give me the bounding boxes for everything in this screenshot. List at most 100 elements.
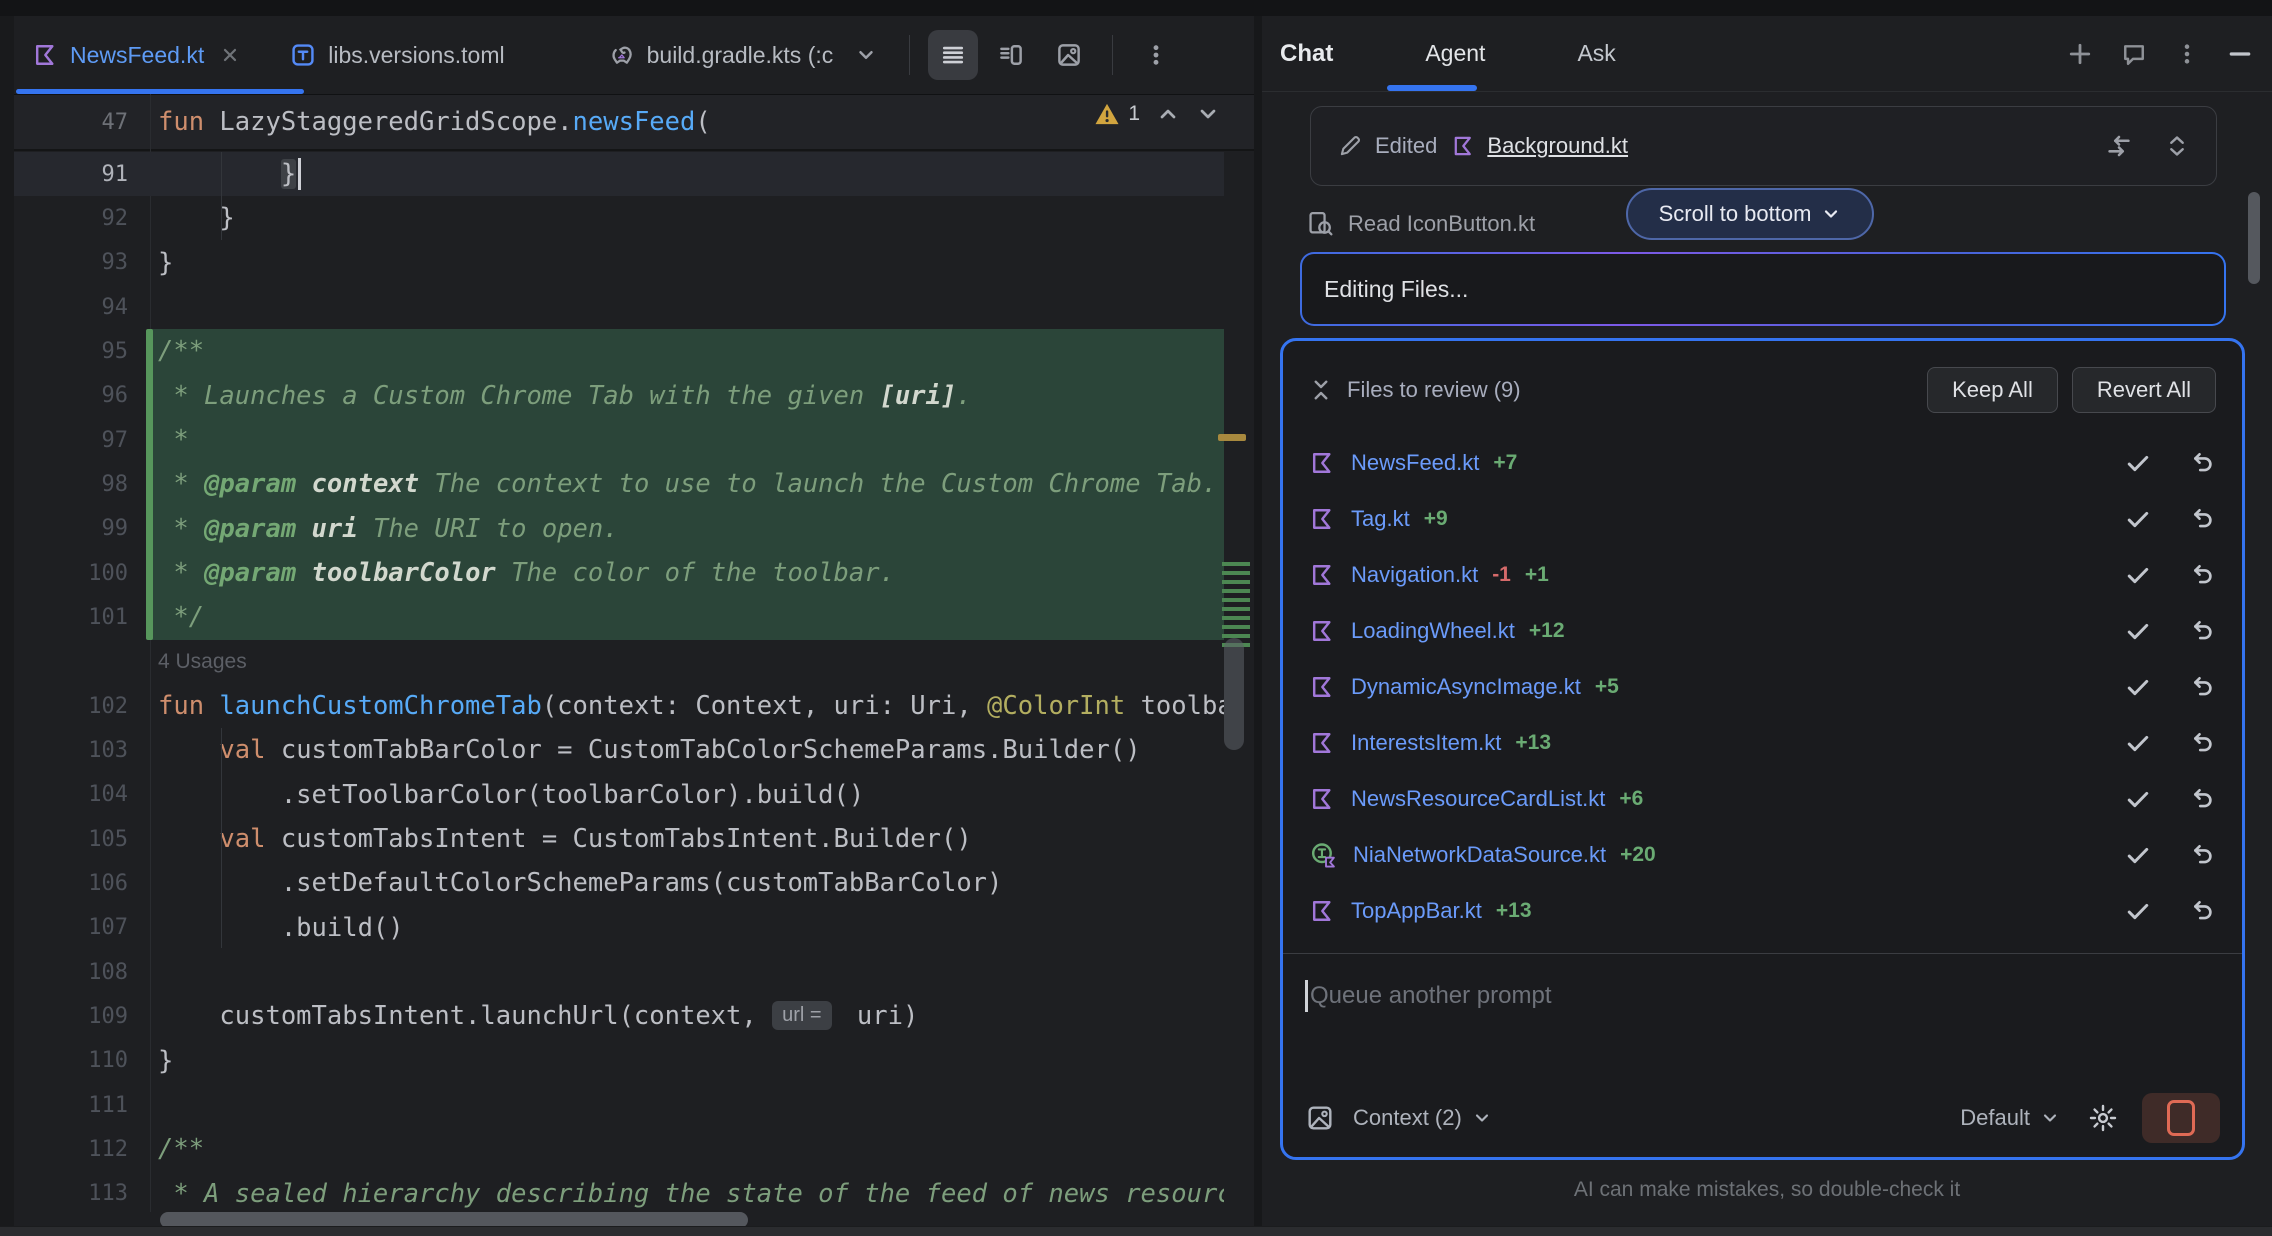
sticky-header-line[interactable]: 47 fun LazyStaggeredGridScope.newsFeed( <box>14 94 1254 151</box>
next-occurrence-icon[interactable] <box>1196 102 1220 126</box>
keep-file-button[interactable] <box>2124 729 2152 757</box>
code-line[interactable]: 106 .setDefaultColorSchemeParams(customT… <box>14 861 1224 905</box>
chevron-down-icon[interactable] <box>1472 1108 1492 1128</box>
code-line[interactable]: 100 * @param toolbarColor The color of t… <box>14 551 1224 595</box>
line-number[interactable]: 91 <box>14 162 150 187</box>
code-line[interactable]: 93} <box>14 241 1224 285</box>
code-line[interactable]: 97 * <box>14 418 1224 462</box>
keep-file-button[interactable] <box>2124 897 2152 925</box>
tab-libs-versions[interactable]: libs.versions.toml <box>272 16 522 94</box>
prompt-input-area[interactable]: Queue another prompt Context (2) Default <box>1283 953 2242 1157</box>
file-row[interactable]: TopAppBar.kt+13 <box>1283 883 2242 939</box>
line-number[interactable]: 95 <box>14 339 150 364</box>
expand-collapse-icon[interactable] <box>2164 133 2190 159</box>
revert-file-button[interactable] <box>2188 897 2216 925</box>
line-number[interactable]: 105 <box>14 827 150 852</box>
diff-added-gutter-bar[interactable] <box>146 329 153 640</box>
code-line[interactable]: 98 * @param context The context to use t… <box>14 462 1224 506</box>
file-name-link[interactable]: NewsFeed.kt <box>1351 450 1479 476</box>
preview-image-button[interactable] <box>1044 30 1094 80</box>
revert-file-button[interactable] <box>2188 617 2216 645</box>
pane-divider[interactable] <box>1254 16 1262 1236</box>
line-number[interactable]: 106 <box>14 871 150 896</box>
line-number[interactable]: 108 <box>14 960 150 985</box>
gear-icon[interactable] <box>2088 1103 2118 1133</box>
file-name-link[interactable]: NewsResourceCardList.kt <box>1351 786 1605 812</box>
revert-file-button[interactable] <box>2188 729 2216 757</box>
revert-file-button[interactable] <box>2188 841 2216 869</box>
line-number[interactable]: 94 <box>14 295 150 320</box>
file-name-link[interactable]: LoadingWheel.kt <box>1351 618 1515 644</box>
revert-file-button[interactable] <box>2188 449 2216 477</box>
code-line[interactable]: 92 } <box>14 196 1224 240</box>
code-line[interactable]: 99 * @param uri The URI to open. <box>14 507 1224 551</box>
code-line[interactable]: 113 * A sealed hierarchy describing the … <box>14 1172 1224 1216</box>
prompt-input[interactable]: Queue another prompt <box>1305 980 1552 1012</box>
tab-build-gradle[interactable]: build.gradle.kts (:c <box>589 16 896 94</box>
code-line[interactable]: 101 */ <box>14 595 1224 639</box>
stop-button[interactable] <box>2142 1093 2220 1143</box>
single-column-view-button[interactable] <box>928 30 978 80</box>
chat-scrollbar[interactable] <box>2248 192 2260 284</box>
collapse-all-icon[interactable] <box>1309 378 1333 402</box>
file-name-link[interactable]: Navigation.kt <box>1351 562 1478 588</box>
chat-history-icon[interactable] <box>2120 40 2148 68</box>
line-number[interactable]: 99 <box>14 516 150 541</box>
code-line[interactable]: 91 } <box>14 152 1224 196</box>
code-line[interactable]: 110} <box>14 1039 1224 1083</box>
previous-occurrence-icon[interactable] <box>1156 102 1180 126</box>
revert-all-button[interactable]: Revert All <box>2072 367 2216 413</box>
file-row[interactable]: Tag.kt+9 <box>1283 491 2242 547</box>
revert-file-button[interactable] <box>2188 561 2216 589</box>
file-name-link[interactable]: NiaNetworkDataSource.kt <box>1353 842 1606 868</box>
code-line[interactable]: 109 customTabsIntent.launchUrl(context, … <box>14 994 1224 1038</box>
revert-file-button[interactable] <box>2188 673 2216 701</box>
tab-agent[interactable]: Agent <box>1425 16 1485 91</box>
line-number[interactable]: 97 <box>14 428 150 453</box>
keep-file-button[interactable] <box>2124 505 2152 533</box>
code-line[interactable]: 102fun launchCustomChromeTab(context: Co… <box>14 684 1224 728</box>
chevron-down-icon[interactable] <box>2040 1108 2060 1128</box>
line-number[interactable]: 109 <box>14 1004 150 1029</box>
sticky-code-line[interactable]: fun LazyStaggeredGridScope.newsFeed( <box>150 107 711 137</box>
line-number[interactable]: 110 <box>14 1048 150 1073</box>
keep-file-button[interactable] <box>2124 561 2152 589</box>
keep-file-button[interactable] <box>2124 841 2152 869</box>
code-line[interactable]: 105 val customTabsIntent = CustomTabsInt… <box>14 817 1224 861</box>
error-stripe-added-mark[interactable] <box>1222 562 1250 648</box>
line-number[interactable]: 96 <box>14 383 150 408</box>
file-row[interactable]: DynamicAsyncImage.kt+5 <box>1283 659 2242 715</box>
code-line[interactable]: 108 <box>14 950 1224 994</box>
code-line[interactable]: 4 Usages <box>14 640 1224 684</box>
context-selector[interactable]: Context (2) <box>1353 1105 1462 1131</box>
line-number[interactable]: 98 <box>14 472 150 497</box>
line-number[interactable]: 92 <box>14 206 150 231</box>
diff-icon[interactable] <box>2104 131 2134 161</box>
revert-file-button[interactable] <box>2188 785 2216 813</box>
code-line[interactable]: 94 <box>14 285 1224 329</box>
code-line[interactable]: 96 * Launches a Custom Chrome Tab with t… <box>14 374 1224 418</box>
keep-file-button[interactable] <box>2124 449 2152 477</box>
line-number[interactable]: 101 <box>14 605 150 630</box>
keep-file-button[interactable] <box>2124 673 2152 701</box>
line-number[interactable]: 103 <box>14 738 150 763</box>
edited-file-card[interactable]: Edited Background.kt <box>1310 106 2217 186</box>
tab-ask[interactable]: Ask <box>1577 16 1615 91</box>
line-number[interactable]: 111 <box>14 1093 150 1118</box>
file-row[interactable]: NiaNetworkDataSource.kt+20 <box>1283 827 2242 883</box>
code-line[interactable]: 103 val customTabBarColor = CustomTabCol… <box>14 728 1224 772</box>
minimize-icon[interactable] <box>2226 40 2254 68</box>
keep-file-button[interactable] <box>2124 617 2152 645</box>
code-line[interactable]: 95/** <box>14 329 1224 373</box>
kebab-menu-icon[interactable] <box>2174 41 2200 67</box>
file-name-link[interactable]: TopAppBar.kt <box>1351 898 1482 924</box>
line-number[interactable]: 47 <box>14 110 150 135</box>
error-stripe-warning-mark[interactable] <box>1218 434 1246 441</box>
keep-file-button[interactable] <box>2124 785 2152 813</box>
scroll-to-bottom-button[interactable]: Scroll to bottom <box>1626 188 1874 240</box>
line-number[interactable]: 107 <box>14 915 150 940</box>
file-name-link[interactable]: Tag.kt <box>1351 506 1410 532</box>
line-number[interactable]: 93 <box>14 250 150 275</box>
file-row[interactable]: Navigation.kt-1+1 <box>1283 547 2242 603</box>
revert-file-button[interactable] <box>2188 505 2216 533</box>
